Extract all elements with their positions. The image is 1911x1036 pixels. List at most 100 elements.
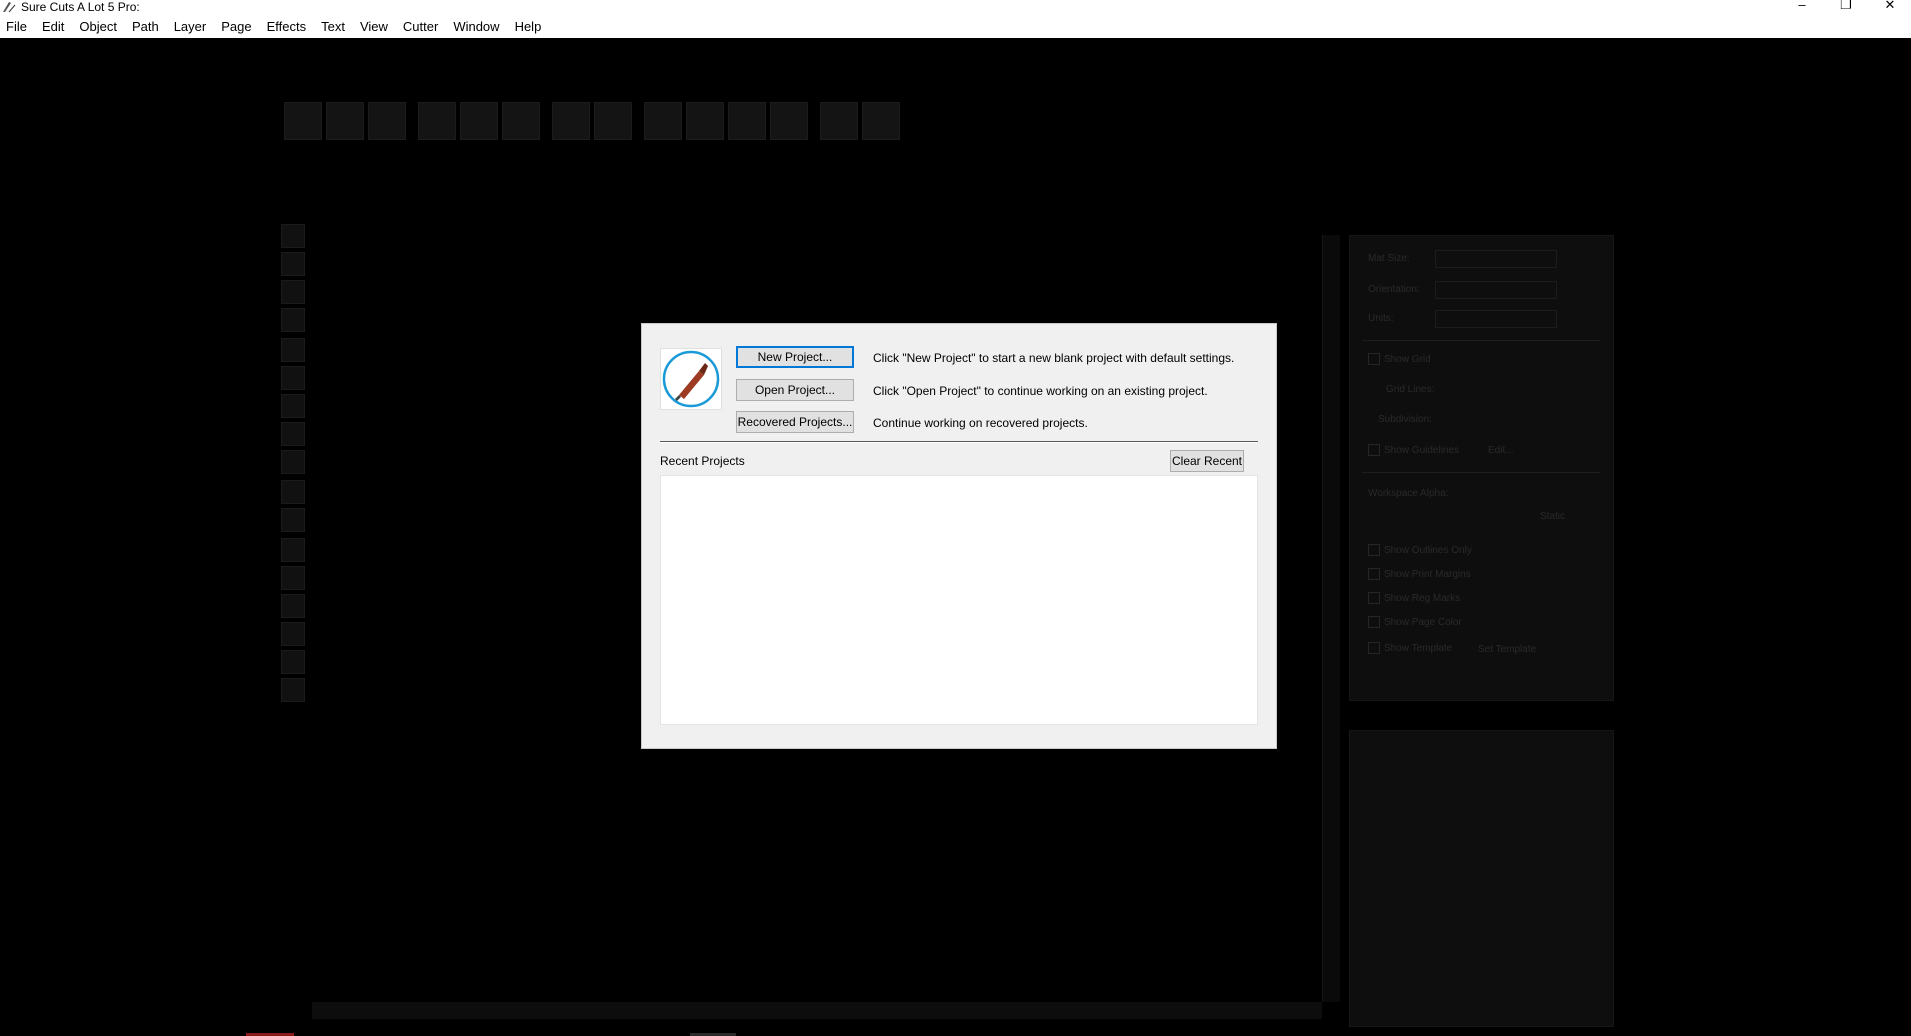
minimize-icon: – (1798, 0, 1806, 12)
show-page-color-label: Show Page Color (1384, 617, 1462, 628)
node-edit-tool-icon[interactable] (281, 280, 305, 304)
select-tool-icon[interactable] (281, 224, 305, 248)
subdivision-label: Subdivision: (1378, 414, 1432, 425)
canvas-vertical-scrollbar[interactable] (1322, 235, 1340, 1002)
workspace-alpha-label: Workspace Alpha: (1368, 488, 1449, 499)
menu-text[interactable]: Text (321, 19, 345, 34)
show-reg-marks-checkbox[interactable] (1368, 592, 1380, 604)
tool-palette (281, 224, 307, 706)
show-outlines-checkbox[interactable] (1368, 544, 1380, 556)
menu-help[interactable]: Help (515, 19, 542, 34)
menu-layer[interactable]: Layer (174, 19, 207, 34)
restore-button[interactable]: ❐ (1823, 0, 1869, 14)
toolbar-open-icon[interactable] (326, 102, 364, 140)
weld-tool-icon[interactable] (281, 650, 305, 674)
show-outlines-label: Show Outlines Only (1384, 545, 1472, 556)
orientation-select[interactable] (1435, 281, 1557, 299)
show-grid-label: Show Grid (1384, 354, 1431, 365)
panel-divider (1362, 340, 1600, 341)
show-guidelines-checkbox[interactable] (1368, 444, 1380, 456)
panel-divider (1362, 472, 1600, 473)
effects-tool-icon[interactable] (281, 678, 305, 702)
edit-guidelines-button[interactable]: Edit... (1488, 445, 1514, 456)
pen-tool-icon[interactable] (281, 338, 305, 362)
cutter-blade-icon (662, 350, 720, 408)
toolbar-cut-mode-icon[interactable] (862, 102, 900, 140)
units-label: Units: (1368, 313, 1394, 324)
show-template-label: Show Template (1384, 643, 1453, 654)
layers-panel (1349, 730, 1614, 1027)
startup-dialog: New Project... Click "New Project" to st… (641, 323, 1277, 749)
menu-view[interactable]: View (360, 19, 388, 34)
restore-icon: ❐ (1840, 0, 1852, 12)
line-tool-icon[interactable] (281, 394, 305, 418)
show-reg-marks-label: Show Reg Marks (1384, 593, 1461, 604)
toolbar-library-icon[interactable] (644, 102, 682, 140)
open-project-button[interactable]: Open Project... (736, 379, 854, 401)
contour-tool-icon[interactable] (281, 594, 305, 618)
dialog-divider (660, 441, 1258, 443)
menu-page[interactable]: Page (221, 19, 251, 34)
mat-size-select[interactable] (1435, 250, 1557, 268)
toolbar-zoom-icon[interactable] (820, 102, 858, 140)
toolbar-copy-icon[interactable] (460, 102, 498, 140)
toolbar-cart-icon[interactable] (770, 102, 808, 140)
mat-size-label: Mat Size: (1368, 253, 1410, 264)
canvas-horizontal-scrollbar[interactable] (312, 1002, 1322, 1019)
pencil-tool-icon[interactable] (281, 366, 305, 390)
recent-projects-list[interactable] (660, 475, 1258, 725)
app-logo-icon (3, 2, 16, 13)
show-print-margins-checkbox[interactable] (1368, 568, 1380, 580)
show-grid-checkbox[interactable] (1368, 353, 1380, 365)
app-logo (660, 348, 722, 410)
units-select[interactable] (1435, 310, 1557, 328)
document-settings-panel: Mat Size: Orientation: Units: Show Grid … (1349, 235, 1614, 701)
orientation-label: Orientation: (1368, 284, 1420, 295)
toolbar-undo-icon[interactable] (552, 102, 590, 140)
rectangle-tool-icon[interactable] (281, 450, 305, 474)
clear-recent-button[interactable]: Clear Recent (1170, 450, 1244, 472)
recovered-projects-button[interactable]: Recovered Projects... (736, 411, 854, 433)
text-tool-icon[interactable] (281, 308, 305, 332)
menu-bar: File Edit Object Path Layer Page Effects… (0, 15, 1911, 38)
shadow-tool-icon[interactable] (281, 622, 305, 646)
new-project-description: Click "New Project" to start a new blank… (873, 351, 1235, 365)
menu-cutter[interactable]: Cutter (403, 19, 438, 34)
title-bar: Sure Cuts A Lot 5 Pro: – ❐ ✕ (0, 0, 1911, 15)
show-page-color-checkbox[interactable] (1368, 616, 1380, 628)
show-template-checkbox[interactable] (1368, 642, 1380, 654)
brush-tool-icon[interactable] (281, 538, 305, 562)
menu-file[interactable]: File (6, 19, 27, 34)
close-icon: ✕ (1884, 0, 1896, 12)
static-label: Static (1540, 511, 1566, 522)
recovered-projects-description: Continue working on recovered projects. (873, 416, 1088, 430)
menu-effects[interactable]: Effects (267, 19, 307, 34)
toolbar-cut-icon[interactable] (418, 102, 456, 140)
menu-object[interactable]: Object (79, 19, 117, 34)
show-print-margins-label: Show Print Margins (1384, 569, 1471, 580)
shape-tool-icon[interactable] (281, 566, 305, 590)
open-project-description: Click "Open Project" to continue working… (873, 384, 1208, 398)
toolbar-save-icon[interactable] (368, 102, 406, 140)
grid-lines-label: Grid Lines: (1386, 384, 1435, 395)
menu-path[interactable]: Path (132, 19, 159, 34)
new-project-button[interactable]: New Project... (736, 346, 854, 368)
toolbar-paste-icon[interactable] (502, 102, 540, 140)
toolbar-new-icon[interactable] (284, 102, 322, 140)
eraser-tool-icon[interactable] (281, 422, 305, 446)
show-guidelines-label: Show Guidelines (1384, 445, 1460, 456)
main-toolbar (284, 102, 900, 142)
knife-tool-icon[interactable] (281, 480, 305, 504)
toolbar-star-icon[interactable] (728, 102, 766, 140)
minimize-button[interactable]: – (1779, 0, 1825, 14)
toolbar-redo-icon[interactable] (594, 102, 632, 140)
close-window-button[interactable]: ✕ (1867, 0, 1911, 14)
toolbar-chart-icon[interactable] (686, 102, 724, 140)
crop-tool-icon[interactable] (281, 508, 305, 532)
window-title: Sure Cuts A Lot 5 Pro: (21, 0, 140, 14)
rotate-tool-icon[interactable] (281, 252, 305, 276)
menu-edit[interactable]: Edit (42, 19, 64, 34)
set-template-button[interactable]: Set Template (1478, 644, 1536, 655)
recent-projects-label: Recent Projects (660, 454, 745, 468)
menu-window[interactable]: Window (453, 19, 499, 34)
